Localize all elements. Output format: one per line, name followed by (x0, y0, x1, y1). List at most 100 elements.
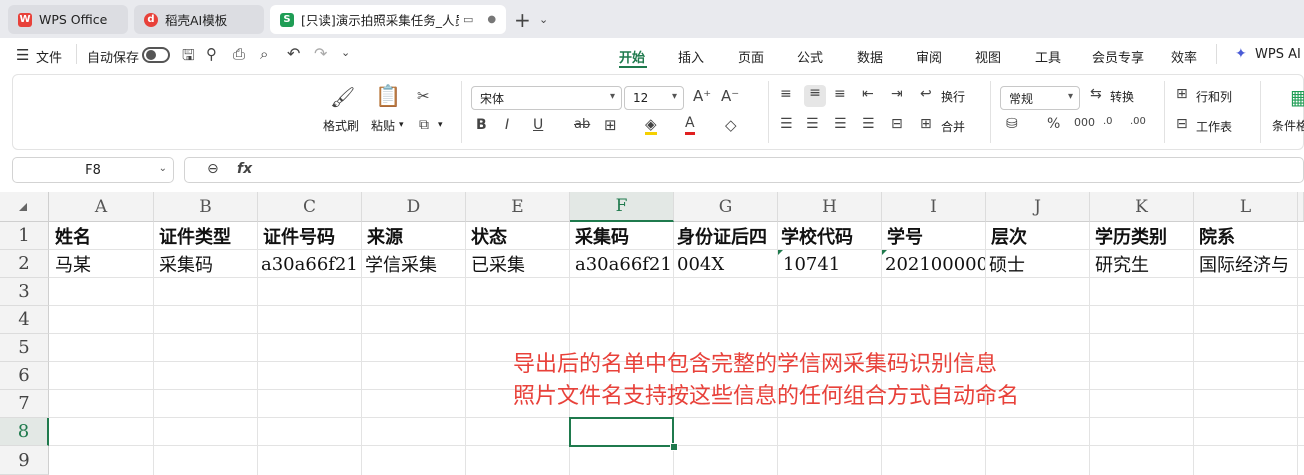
tab-current-document[interactable]: S [只读]演示拍照采集任务_人员 ▭ ● (270, 5, 506, 34)
row-header-1[interactable]: 1 (0, 222, 49, 250)
cell-j2[interactable]: 硕士 (986, 250, 1089, 278)
convert-button[interactable]: 转换 (1110, 88, 1134, 105)
cell-k2[interactable]: 研究生 (1090, 250, 1193, 278)
wrap-button[interactable]: 换行 (941, 88, 965, 105)
column-header-j[interactable]: J (986, 192, 1090, 222)
cell-i1[interactable]: 学号 (882, 222, 985, 250)
column-header-m[interactable] (1298, 192, 1304, 222)
cell-l2[interactable]: 国际经济与 (1194, 250, 1297, 278)
cell-e1[interactable]: 状态 (466, 222, 569, 250)
column-header-d[interactable]: D (362, 192, 466, 222)
menu-tab-review[interactable]: 审阅 (916, 47, 942, 66)
cell-j1[interactable]: 层次 (986, 222, 1089, 250)
menu-tab-member[interactable]: 会员专享 (1092, 47, 1144, 66)
row-col-button[interactable]: 行和列 (1196, 88, 1232, 105)
bold-icon[interactable]: B (476, 117, 487, 133)
menu-tab-data[interactable]: 数据 (857, 47, 883, 66)
selected-cell-f8[interactable] (569, 417, 674, 447)
number-format-select[interactable]: 常规 ▾ (1000, 86, 1080, 110)
row-header-8[interactable]: 8 (0, 418, 49, 446)
menu-tab-view[interactable]: 视图 (975, 47, 1001, 66)
row-header-9[interactable]: 9 (0, 446, 49, 475)
decrease-font-icon[interactable]: A⁻ (721, 87, 739, 105)
align-middle-icon[interactable]: ≡ (804, 85, 826, 107)
cut-icon[interactable]: ✂ (417, 87, 430, 105)
cell-g2[interactable]: 004X (674, 250, 777, 278)
font-color-icon[interactable]: A (685, 115, 695, 135)
column-header-a[interactable]: A (49, 192, 154, 222)
column-header-i[interactable]: I (882, 192, 986, 222)
indent-decrease-icon[interactable]: ⇤ (862, 86, 874, 102)
file-menu[interactable]: 文件 (36, 47, 62, 66)
row-header-5[interactable]: 5 (0, 334, 49, 362)
fill-handle[interactable] (670, 443, 678, 451)
column-header-c[interactable]: C (258, 192, 362, 222)
unsaved-dot-icon[interactable]: ● (487, 14, 496, 25)
menu-tab-formula[interactable]: 公式 (797, 47, 823, 66)
row-header-7[interactable]: 7 (0, 390, 49, 418)
paste-chevron-icon[interactable]: ▾ (399, 120, 404, 130)
row-header-2[interactable]: 2 (0, 250, 49, 278)
clear-format-icon[interactable]: ◇ (725, 116, 737, 134)
increase-font-icon[interactable]: A⁺ (693, 87, 711, 105)
zoom-icon[interactable]: ⊖ (207, 161, 219, 177)
cell-h2[interactable]: 10741 (778, 250, 881, 278)
decrease-decimal-icon[interactable]: .00 (1130, 116, 1146, 127)
cell-a1[interactable]: 姓名 (50, 222, 153, 250)
cell-l1[interactable]: 院系 (1194, 222, 1297, 250)
cell-c1[interactable]: 证件号码 (258, 222, 361, 250)
cell-g1[interactable]: 身份证后四 (674, 222, 777, 250)
column-header-l[interactable]: L (1194, 192, 1298, 222)
fx-icon[interactable]: fx (237, 161, 252, 177)
worksheet-button[interactable]: 工作表 (1196, 118, 1232, 135)
monitor-icon[interactable]: ▭ (463, 13, 473, 26)
cell-d1[interactable]: 来源 (362, 222, 465, 250)
column-header-h[interactable]: H (778, 192, 882, 222)
column-header-k[interactable]: K (1090, 192, 1194, 222)
cell-a2[interactable]: 马某 (50, 250, 153, 278)
copy-chevron-icon[interactable]: ▾ (438, 120, 443, 130)
tab-docer-ai[interactable]: d 稻壳AI模板 (134, 5, 264, 34)
cell-i2[interactable]: 202100000 (882, 250, 985, 278)
increase-decimal-icon[interactable]: .0 (1103, 116, 1113, 127)
menu-tab-home[interactable]: 开始 (619, 47, 645, 66)
distributed-icon[interactable]: ⊟ (891, 116, 903, 132)
strikethrough-icon[interactable]: ab (574, 117, 590, 132)
wps-ai-button[interactable]: WPS AI (1255, 47, 1301, 62)
format-painter-button[interactable]: 格式刷 (323, 117, 359, 134)
cell-h1[interactable]: 学校代码 (778, 222, 881, 250)
row-header-6[interactable]: 6 (0, 362, 49, 390)
column-header-f[interactable]: F (570, 192, 674, 222)
print-icon[interactable]: ⎙ (233, 45, 245, 63)
column-header-e[interactable]: E (466, 192, 570, 222)
align-right-icon[interactable]: ☰ (834, 116, 847, 132)
font-name-select[interactable]: 宋体 ▾ (471, 86, 622, 110)
share-icon[interactable]: ⚲ (206, 45, 217, 63)
indent-increase-icon[interactable]: ⇥ (891, 86, 903, 102)
italic-icon[interactable]: I (505, 117, 509, 133)
cell-k1[interactable]: 学历类别 (1090, 222, 1193, 250)
name-box[interactable]: F8 ⌄ (12, 157, 174, 183)
menu-tab-page[interactable]: 页面 (738, 47, 764, 66)
menu-tab-efficiency[interactable]: 效率 (1171, 47, 1197, 66)
menu-tab-tools[interactable]: 工具 (1035, 47, 1061, 66)
justify-icon[interactable]: ☰ (862, 116, 875, 132)
new-tab-button[interactable]: + (514, 8, 531, 32)
print-preview-icon[interactable]: ⌕ (260, 45, 268, 63)
fill-color-icon[interactable]: ◈ (645, 116, 657, 135)
thousands-separator-icon[interactable]: 000 (1074, 116, 1095, 129)
cell-f2[interactable]: a30a66f21 (570, 250, 673, 278)
border-icon[interactable]: ⊞ (604, 116, 617, 134)
cell-f1[interactable]: 采集码 (570, 222, 673, 250)
paste-button[interactable]: 粘贴 (371, 117, 395, 134)
save-icon[interactable]: 🖫 (182, 45, 195, 70)
merge-button[interactable]: 合并 (941, 118, 965, 135)
font-size-select[interactable]: 12 ▾ (624, 86, 684, 110)
menu-tab-insert[interactable]: 插入 (678, 47, 704, 66)
row-header-4[interactable]: 4 (0, 306, 49, 334)
cell-b2[interactable]: 采集码 (154, 250, 257, 278)
chevron-down-icon[interactable]: ⌄ (539, 13, 548, 26)
undo-icon[interactable]: ↶ (287, 44, 300, 63)
row-header-3[interactable]: 3 (0, 278, 49, 306)
percent-icon[interactable]: % (1047, 116, 1060, 132)
